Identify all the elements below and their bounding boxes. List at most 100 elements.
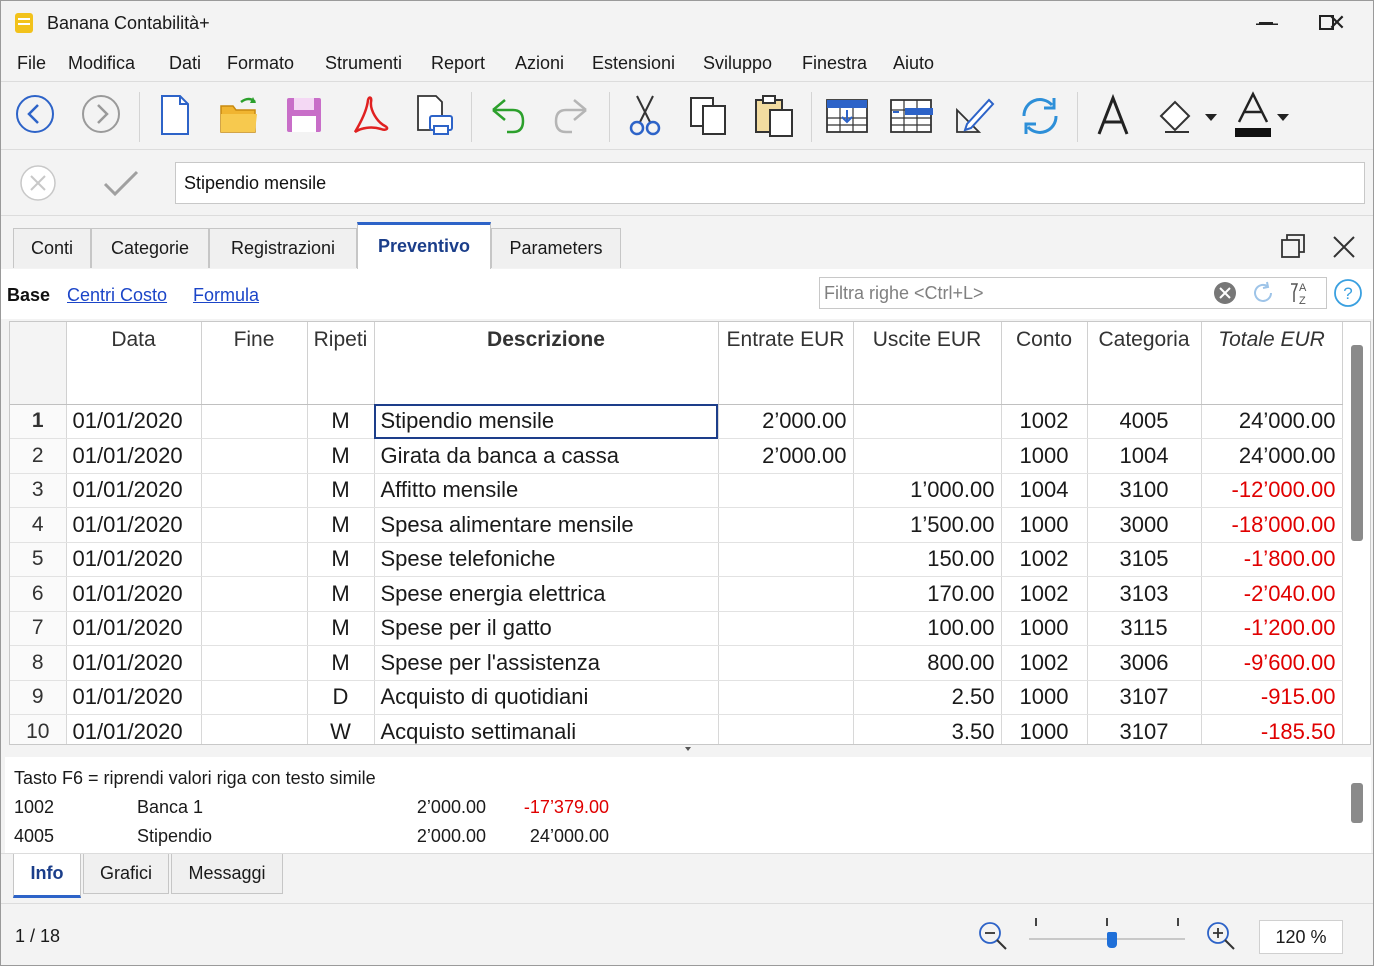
cell-descrizione[interactable]: Spesa alimentare mensile	[374, 507, 719, 543]
table-vertical-scrollbar[interactable]	[1351, 345, 1363, 541]
cell-categoria[interactable]: 3000	[1087, 507, 1202, 543]
refresh-filter-button[interactable]	[1251, 281, 1275, 305]
edit-row-button[interactable]	[947, 88, 1003, 144]
cell-ripeti[interactable]: M	[307, 576, 375, 612]
cell-totale[interactable]: 24’000.00	[1201, 404, 1343, 439]
col-header-uscite[interactable]: Uscite EUR	[853, 322, 1002, 405]
cell-ripeti[interactable]: W	[307, 714, 375, 744]
cell-uscite[interactable]: 100.00	[853, 611, 1002, 646]
cell-fine[interactable]	[201, 473, 308, 508]
row-number[interactable]: 5	[10, 542, 67, 577]
tab-info[interactable]: Info	[13, 854, 81, 898]
close-table-button[interactable]	[1327, 230, 1361, 264]
cell-totale[interactable]: -18’000.00	[1201, 507, 1343, 543]
menu-file[interactable]: File	[17, 53, 46, 74]
zoom-level-field[interactable]: 120 %	[1259, 920, 1343, 954]
cell-categoria[interactable]: 3103	[1087, 576, 1202, 612]
cell-uscite[interactable]: 1’000.00	[853, 473, 1002, 508]
row-number[interactable]: 1	[10, 404, 67, 439]
cell-totale[interactable]: -2’040.00	[1201, 576, 1343, 612]
row-number[interactable]: 7	[10, 611, 67, 646]
row-number[interactable]: 8	[10, 645, 67, 681]
zoom-slider-thumb[interactable]	[1107, 932, 1117, 948]
cell-entrate[interactable]	[718, 576, 854, 612]
cell-conto[interactable]: 1002	[1001, 404, 1088, 439]
table-row[interactable]: 6 01/01/2020 M Spese energia elettrica 170.0…	[10, 576, 1343, 612]
cell-entrate[interactable]	[718, 542, 854, 577]
cell-totale[interactable]: -915.00	[1201, 680, 1343, 715]
cell-entrate[interactable]	[718, 611, 854, 646]
cell-data[interactable]: 01/01/2020	[66, 714, 202, 744]
tab-registrazioni[interactable]: Registrazioni	[209, 228, 357, 268]
confirm-edit-button[interactable]	[99, 164, 143, 202]
cell-entrate[interactable]	[718, 714, 854, 744]
cell-fine[interactable]	[201, 680, 308, 715]
back-button[interactable]	[7, 88, 63, 144]
cell-fine[interactable]	[201, 404, 308, 439]
info-vertical-scrollbar[interactable]	[1351, 783, 1363, 823]
cell-uscite[interactable]: 2.50	[853, 680, 1002, 715]
cell-entrate[interactable]	[718, 680, 854, 715]
cell-conto[interactable]: 1000	[1001, 611, 1088, 646]
cell-fine[interactable]	[201, 645, 308, 681]
cell-data[interactable]: 01/01/2020	[66, 438, 202, 474]
cell-descrizione[interactable]: Spese telefoniche	[374, 542, 719, 577]
cancel-edit-button[interactable]	[19, 164, 57, 202]
cell-categoria[interactable]: 3107	[1087, 714, 1202, 744]
cell-fine[interactable]	[201, 611, 308, 646]
cell-conto[interactable]: 1000	[1001, 507, 1088, 543]
cell-edit-input[interactable]	[175, 162, 1365, 204]
cell-data[interactable]: 01/01/2020	[66, 645, 202, 681]
col-header-categoria[interactable]: Categoria	[1087, 322, 1202, 405]
menu-estensioni[interactable]: Estensioni	[592, 53, 675, 74]
zoom-out-button[interactable]	[977, 920, 1009, 952]
cell-categoria[interactable]: 3105	[1087, 542, 1202, 577]
menu-strumenti[interactable]: Strumenti	[325, 53, 402, 74]
zoom-in-button[interactable]	[1205, 920, 1237, 952]
cell-data[interactable]: 01/01/2020	[66, 404, 202, 439]
menu-sviluppo[interactable]: Sviluppo	[703, 53, 772, 74]
menu-azioni[interactable]: Azioni	[515, 53, 564, 74]
cell-ripeti[interactable]: M	[307, 645, 375, 681]
redo-button[interactable]	[544, 88, 600, 144]
cell-totale[interactable]: 24’000.00	[1201, 438, 1343, 474]
print-preview-button[interactable]	[406, 88, 462, 144]
row-number[interactable]: 2	[10, 438, 67, 474]
cell-uscite[interactable]	[853, 438, 1002, 474]
cell-descrizione[interactable]: Girata da banca a cassa	[374, 438, 719, 474]
view-formula[interactable]: Formula	[193, 285, 259, 306]
menu-aiuto[interactable]: Aiuto	[893, 53, 934, 74]
cell-categoria[interactable]: 1004	[1087, 438, 1202, 474]
new-file-button[interactable]	[147, 88, 203, 144]
menu-modifica[interactable]: Modifica	[68, 53, 135, 74]
menu-report[interactable]: Report	[431, 53, 485, 74]
cell-data[interactable]: 01/01/2020	[66, 680, 202, 715]
forward-button[interactable]	[73, 88, 129, 144]
cell-descrizione[interactable]: Spese energia elettrica	[374, 576, 719, 612]
table-row[interactable]: 2 01/01/2020 M Girata da banca a cassa 2’000…	[10, 438, 1343, 474]
cell-entrate[interactable]	[718, 507, 854, 543]
cell-uscite[interactable]	[853, 404, 1002, 439]
cell-data[interactable]: 01/01/2020	[66, 507, 202, 543]
cell-entrate[interactable]: 2’000.00	[718, 438, 854, 474]
undo-button[interactable]	[479, 88, 535, 144]
cell-descrizione[interactable]: Acquisto di quotidiani	[374, 680, 719, 715]
col-header-entrate[interactable]: Entrate EUR	[718, 322, 854, 405]
cell-data[interactable]: 01/01/2020	[66, 542, 202, 577]
col-header-descrizione[interactable]: Descrizione	[374, 322, 719, 405]
fill-color-button[interactable]	[1151, 88, 1223, 144]
tab-messaggi[interactable]: Messaggi	[171, 854, 283, 894]
row-number[interactable]: 3	[10, 473, 67, 508]
cell-entrate[interactable]: 2’000.00	[718, 404, 854, 439]
open-file-button[interactable]	[211, 88, 267, 144]
cell-ripeti[interactable]: M	[307, 542, 375, 577]
cell-ripeti[interactable]: M	[307, 438, 375, 474]
table-row[interactable]: 5 01/01/2020 M Spese telefoniche 150.00 1002 3…	[10, 542, 1343, 577]
view-centri-costo[interactable]: Centri Costo	[67, 285, 167, 306]
cell-fine[interactable]	[201, 576, 308, 612]
cell-totale[interactable]: -9’600.00	[1201, 645, 1343, 681]
cell-ripeti[interactable]: D	[307, 680, 375, 715]
table-row[interactable]: 8 01/01/2020 M Spese per l'assistenza 800.00…	[10, 645, 1343, 681]
save-button[interactable]	[276, 88, 332, 144]
cell-data[interactable]: 01/01/2020	[66, 473, 202, 508]
